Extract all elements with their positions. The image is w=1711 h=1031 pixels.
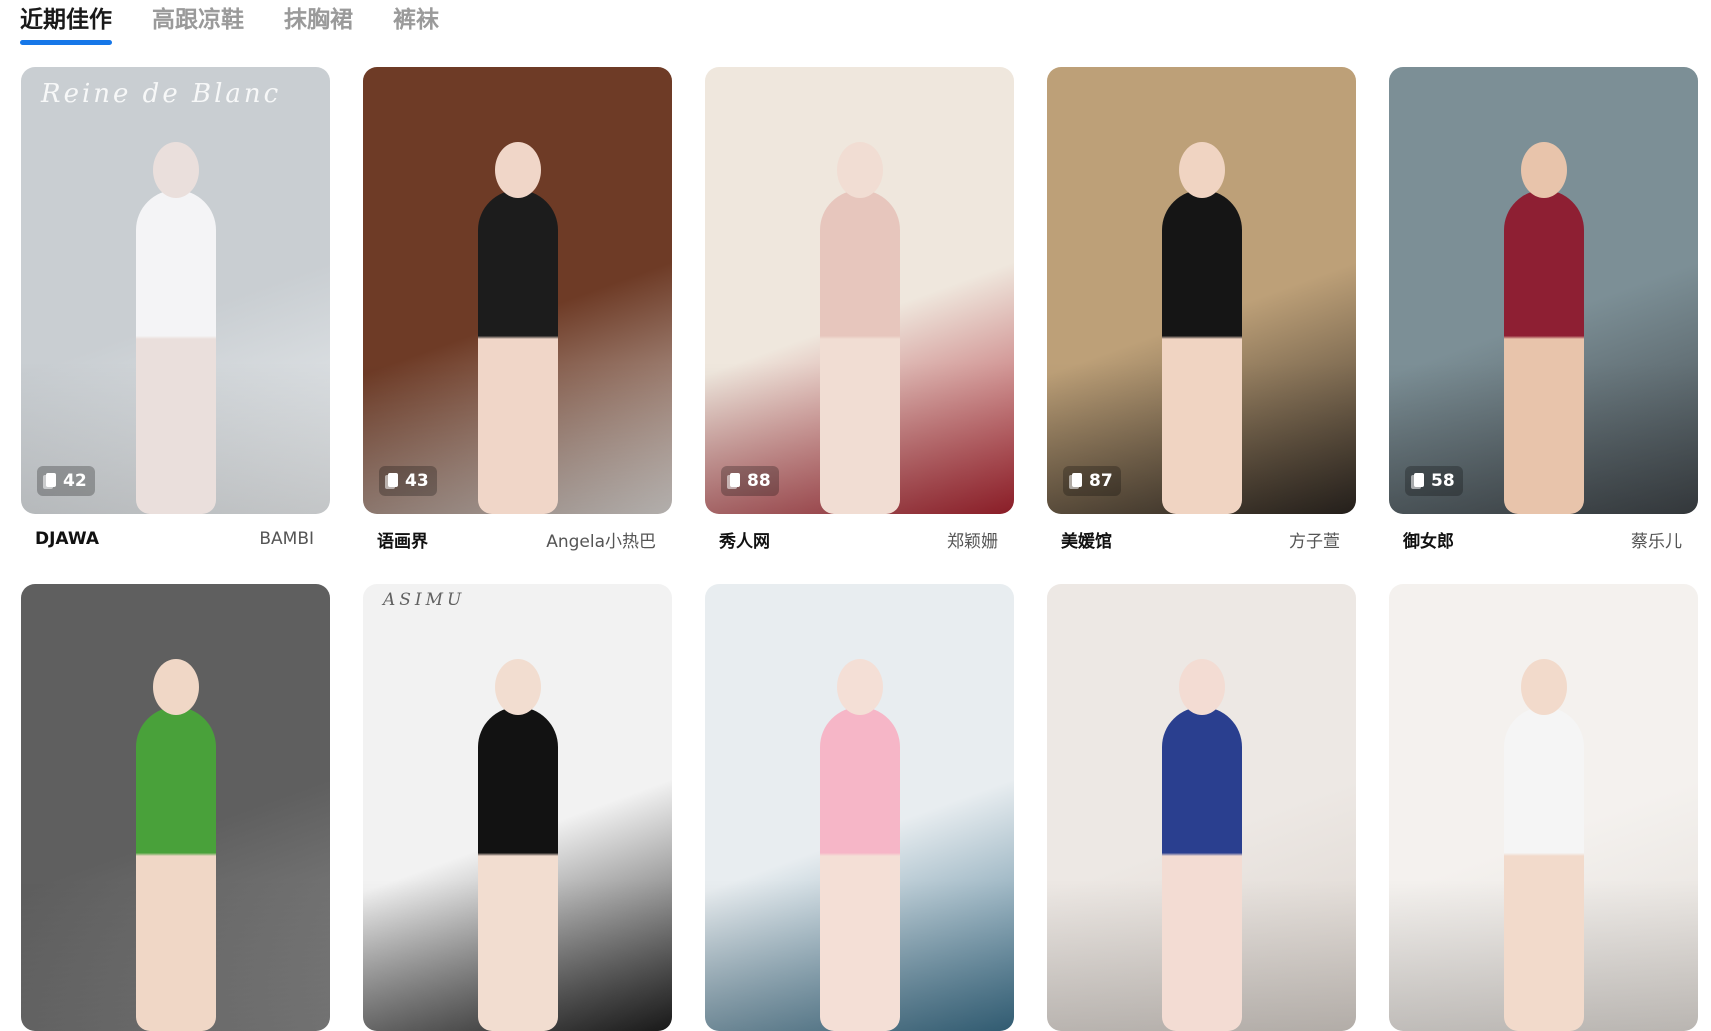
studio-link[interactable]: 秀人网 xyxy=(719,527,770,552)
card-thumbnail[interactable] xyxy=(1047,584,1356,1031)
gallery-card[interactable]: 88 秀人网 郑颖姗 xyxy=(705,67,1014,564)
photo-count: 43 xyxy=(405,471,429,491)
model-name-link[interactable]: BAMBI xyxy=(259,529,314,549)
photo-subject xyxy=(806,142,914,514)
studio-link[interactable]: 美媛馆 xyxy=(1061,527,1112,552)
tab-tube-dress[interactable]: 抹胸裙 xyxy=(284,0,353,48)
studio-link[interactable]: 语画界 xyxy=(377,527,428,552)
photo-subject xyxy=(1148,659,1256,1031)
gallery-card[interactable] xyxy=(21,584,330,1031)
model-name-link[interactable]: 方子萱 xyxy=(1289,527,1340,552)
photo-count: 58 xyxy=(1431,471,1455,491)
gallery-card[interactable]: ASIMU xyxy=(363,584,672,1031)
photo-count-badge: 42 xyxy=(37,466,95,496)
card-thumbnail[interactable]: ASIMU xyxy=(363,584,672,1031)
photos-icon xyxy=(1411,472,1425,490)
photo-count: 87 xyxy=(1089,471,1113,491)
photos-icon xyxy=(1069,472,1083,490)
photo-count-badge: 43 xyxy=(379,466,437,496)
model-name-link[interactable]: 郑颖姗 xyxy=(947,527,998,552)
category-tabs: 近期佳作 高跟凉鞋 抹胸裙 裤袜 xyxy=(20,0,439,48)
photo-count: 42 xyxy=(63,471,87,491)
card-meta: 美媛馆 方子萱 xyxy=(1047,514,1356,564)
photo-count-badge: 58 xyxy=(1405,466,1463,496)
model-name-link[interactable]: Angela小热巴 xyxy=(546,527,656,552)
card-thumbnail[interactable] xyxy=(705,584,1014,1031)
photo-subject xyxy=(122,142,230,514)
card-meta: DJAWA BAMBI xyxy=(21,514,330,564)
photo-subject xyxy=(1490,142,1598,514)
card-thumbnail[interactable]: 43 xyxy=(363,67,672,514)
gallery-card[interactable] xyxy=(1389,584,1698,1031)
photos-icon xyxy=(385,472,399,490)
photo-subject xyxy=(464,659,572,1031)
photo-watermark: Reine de Blanc xyxy=(41,79,282,109)
gallery-card[interactable]: 87 美媛馆 方子萱 xyxy=(1047,67,1356,564)
studio-link[interactable]: DJAWA xyxy=(35,529,99,549)
tab-high-heel-sandals[interactable]: 高跟凉鞋 xyxy=(152,0,244,48)
photo-subject xyxy=(1490,659,1598,1031)
gallery-card[interactable]: Reine de Blanc 42 DJAWA BAMBI xyxy=(21,67,330,564)
card-thumbnail[interactable]: 88 xyxy=(705,67,1014,514)
gallery-card[interactable]: 58 御女郎 蔡乐儿 xyxy=(1389,67,1698,564)
gallery-card[interactable] xyxy=(1047,584,1356,1031)
card-meta: 御女郎 蔡乐儿 xyxy=(1389,514,1698,564)
card-thumbnail[interactable] xyxy=(21,584,330,1031)
photo-count-badge: 88 xyxy=(721,466,779,496)
tab-recent[interactable]: 近期佳作 xyxy=(20,0,112,48)
photo-subject xyxy=(1148,142,1256,514)
card-thumbnail[interactable] xyxy=(1389,584,1698,1031)
gallery-card[interactable] xyxy=(705,584,1014,1031)
photo-count-badge: 87 xyxy=(1063,466,1121,496)
photo-subject xyxy=(464,142,572,514)
model-name-link[interactable]: 蔡乐儿 xyxy=(1631,527,1682,552)
card-thumbnail[interactable]: 87 xyxy=(1047,67,1356,514)
photo-subject xyxy=(122,659,230,1031)
card-meta: 语画界 Angela小热巴 xyxy=(363,514,672,564)
photos-icon xyxy=(43,472,57,490)
card-meta: 秀人网 郑颖姗 xyxy=(705,514,1014,564)
photos-icon xyxy=(727,472,741,490)
photo-count: 88 xyxy=(747,471,771,491)
tab-pantyhose[interactable]: 裤袜 xyxy=(393,0,439,48)
studio-link[interactable]: 御女郎 xyxy=(1403,527,1454,552)
gallery-grid: Reine de Blanc 42 DJAWA BAMBI 43 语画界 Angela小热巴… xyxy=(21,67,1698,1031)
photo-subject xyxy=(806,659,914,1031)
gallery-card[interactable]: 43 语画界 Angela小热巴 xyxy=(363,67,672,564)
card-thumbnail[interactable]: 58 xyxy=(1389,67,1698,514)
card-thumbnail[interactable]: Reine de Blanc 42 xyxy=(21,67,330,514)
photo-watermark: ASIMU xyxy=(383,590,466,610)
